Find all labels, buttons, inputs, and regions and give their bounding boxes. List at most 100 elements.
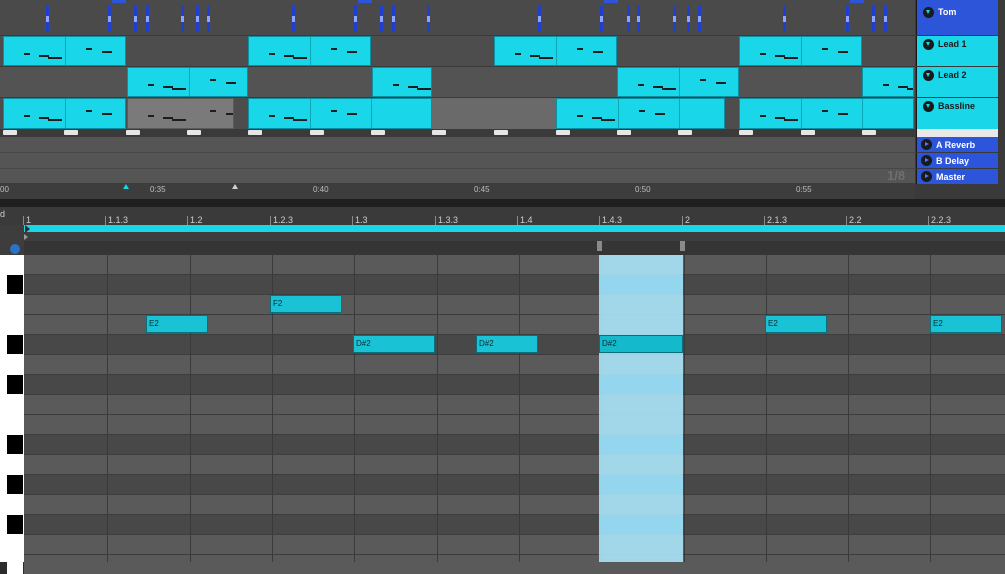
tom-hit[interactable] — [846, 6, 849, 32]
track-header-bassline[interactable]: Bassline — [916, 98, 998, 129]
note-row[interactable] — [24, 255, 1005, 274]
tom-hit[interactable] — [392, 6, 395, 32]
midi-clip[interactable] — [248, 98, 432, 129]
piano-key-black[interactable] — [7, 275, 23, 294]
tom-hit[interactable] — [637, 6, 640, 32]
selection-start-handle[interactable] — [597, 241, 602, 251]
midi-clip[interactable] — [3, 98, 126, 129]
tom-hit[interactable] — [292, 6, 295, 32]
tom-lane[interactable] — [0, 0, 915, 35]
midi-clip[interactable] — [862, 67, 914, 97]
tom-hit[interactable] — [884, 6, 887, 32]
tom-hit[interactable] — [427, 6, 430, 32]
return-header-master[interactable]: Master — [916, 169, 998, 184]
return-header-a-reverb[interactable]: A Reverb — [916, 137, 998, 152]
fold-triangle-icon[interactable] — [923, 39, 934, 50]
time-ruler[interactable] — [0, 183, 915, 199]
loop-start-flag[interactable] — [25, 225, 30, 233]
midi-clip[interactable] — [127, 67, 248, 97]
loop-start-marker[interactable] — [123, 184, 129, 189]
tom-hit[interactable] — [698, 6, 701, 32]
piano-key-black[interactable] — [7, 335, 23, 354]
piano-key-white[interactable] — [7, 295, 23, 314]
play-triangle-icon[interactable] — [921, 139, 932, 150]
piano-key-white[interactable] — [7, 315, 23, 334]
midi-clip[interactable] — [617, 67, 739, 97]
note-row[interactable] — [24, 535, 1005, 554]
note-row[interactable] — [24, 455, 1005, 474]
piano-key-black[interactable] — [7, 515, 23, 534]
fold-button[interactable] — [10, 244, 20, 254]
note-row[interactable] — [24, 475, 1005, 494]
play-triangle-icon[interactable] — [921, 171, 932, 182]
clip-beat-line — [801, 37, 802, 65]
tom-hit[interactable] — [627, 6, 630, 32]
midi-clip[interactable] — [3, 36, 126, 66]
track-header-tom[interactable]: Tom — [916, 0, 998, 35]
fold-triangle-icon[interactable] — [923, 101, 934, 112]
loop-end-marker[interactable] — [232, 184, 238, 189]
midi-note[interactable]: F2 — [270, 295, 342, 313]
midi-clip[interactable] — [494, 36, 617, 66]
note-row[interactable] — [24, 275, 1005, 294]
piano-key-white[interactable] — [7, 495, 23, 514]
tom-hit[interactable] — [687, 6, 690, 32]
midi-note[interactable]: D#2 — [353, 335, 435, 353]
note-row[interactable] — [24, 375, 1005, 394]
fold-triangle-icon[interactable] — [923, 7, 934, 18]
piano-key-white[interactable] — [7, 455, 23, 474]
tom-hit[interactable] — [354, 6, 357, 32]
tom-hit[interactable] — [181, 6, 184, 32]
note-row[interactable] — [24, 295, 1005, 314]
midi-note-selected[interactable]: D#2 — [599, 335, 683, 353]
tom-hit[interactable] — [783, 6, 786, 32]
track-header-lead2[interactable]: Lead 2 — [916, 67, 998, 97]
note-row[interactable] — [24, 415, 1005, 434]
track-header-lead1[interactable]: Lead 1 — [916, 36, 998, 66]
piano-key-black[interactable] — [7, 435, 23, 454]
piano-key-black[interactable] — [7, 375, 23, 394]
piano-key-white[interactable] — [7, 555, 23, 574]
piano-key-white[interactable] — [7, 535, 23, 554]
selection-end-handle[interactable] — [680, 241, 685, 251]
start-marker-flag[interactable] — [24, 234, 28, 240]
tom-hit[interactable] — [600, 6, 603, 32]
tom-hit[interactable] — [196, 6, 199, 32]
midi-clip[interactable] — [127, 98, 234, 129]
beat-tick — [270, 216, 271, 225]
tom-hit[interactable] — [872, 6, 875, 32]
view-splitter[interactable] — [0, 199, 1005, 207]
fold-triangle-icon[interactable] — [923, 70, 934, 81]
loop-brace[interactable] — [24, 225, 1005, 232]
tom-hit[interactable] — [673, 6, 676, 32]
midi-note[interactable]: E2 — [930, 315, 1002, 333]
tom-hit[interactable] — [146, 6, 149, 32]
note-row[interactable] — [24, 435, 1005, 454]
piano-key-white[interactable] — [7, 415, 23, 434]
note-row[interactable] — [24, 395, 1005, 414]
tom-hit[interactable] — [207, 6, 210, 32]
midi-clip[interactable] — [739, 36, 862, 66]
play-triangle-icon[interactable] — [921, 155, 932, 166]
midi-clip[interactable] — [556, 98, 725, 129]
midi-clip[interactable] — [248, 36, 371, 66]
tom-hit[interactable] — [46, 6, 49, 32]
tom-hit[interactable] — [134, 6, 137, 32]
piano-key-white[interactable] — [7, 355, 23, 374]
tom-hit[interactable] — [108, 6, 111, 32]
midi-note[interactable]: E2 — [765, 315, 827, 333]
tom-hit[interactable] — [380, 6, 383, 32]
note-row[interactable] — [24, 515, 1005, 534]
piano-key-white[interactable] — [7, 255, 23, 274]
midi-note[interactable]: D#2 — [476, 335, 538, 353]
tom-hit[interactable] — [538, 6, 541, 32]
note-row[interactable] — [24, 495, 1005, 514]
piano-key-white[interactable] — [7, 395, 23, 414]
midi-note[interactable]: E2 — [146, 315, 208, 333]
midi-clip[interactable] — [372, 67, 432, 97]
midi-clip[interactable] — [739, 98, 914, 129]
return-header-b-delay[interactable]: B Delay — [916, 153, 998, 168]
piano-key-black[interactable] — [7, 475, 23, 494]
note-row[interactable] — [24, 555, 1005, 574]
note-row[interactable] — [24, 355, 1005, 374]
